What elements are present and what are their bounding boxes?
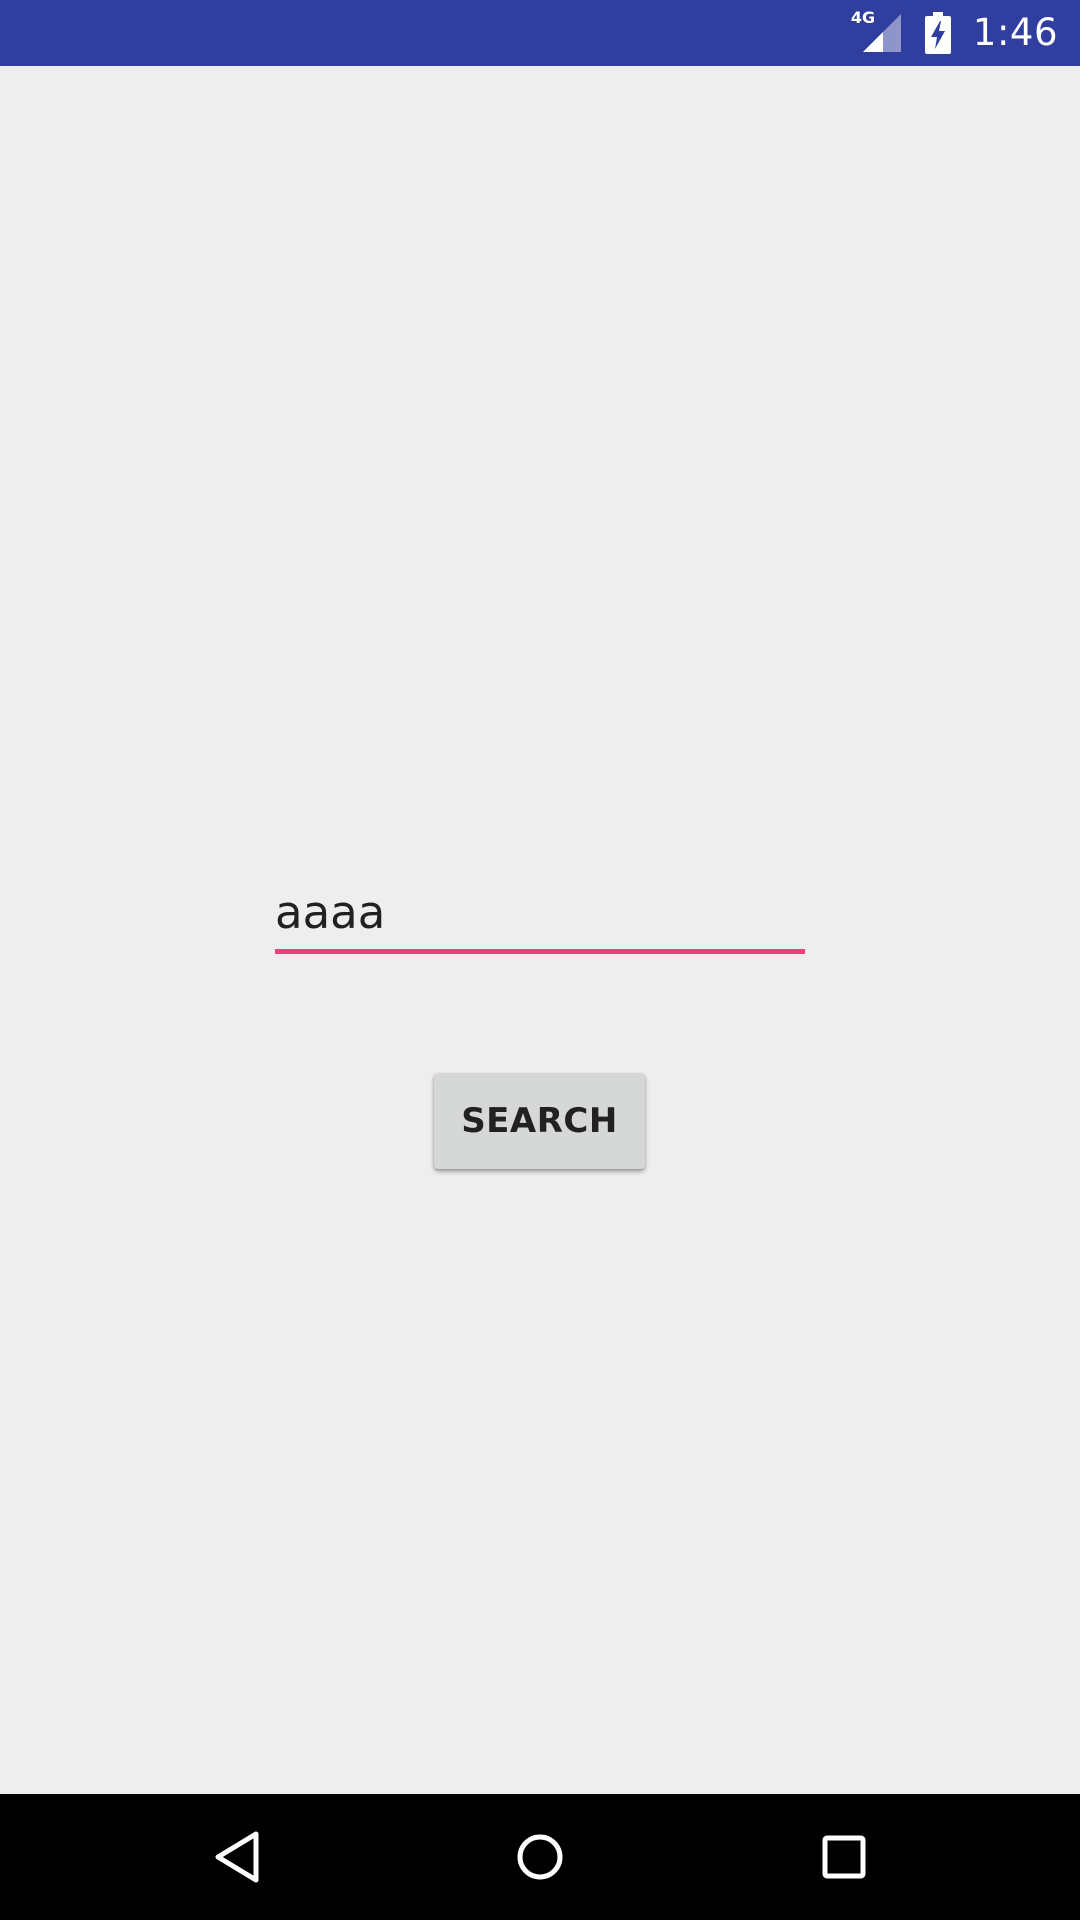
search-input-underline	[275, 949, 805, 954]
recents-icon	[822, 1835, 866, 1879]
recents-button[interactable]	[784, 1794, 904, 1920]
home-button[interactable]	[480, 1794, 600, 1920]
back-button[interactable]	[177, 1794, 297, 1920]
search-input[interactable]	[275, 872, 805, 952]
status-icons: 4G 1:46	[851, 0, 1058, 66]
navigation-bar	[0, 1794, 1080, 1920]
search-input-container	[275, 872, 805, 958]
home-icon	[517, 1834, 563, 1880]
search-screen: SEARCH	[0, 66, 1080, 1794]
back-icon	[215, 1831, 259, 1883]
battery-charging-icon	[924, 12, 951, 54]
status-clock: 1:46	[972, 11, 1058, 54]
network-type-label: 4G	[850, 8, 876, 27]
signal-icon: 4G	[851, 10, 903, 54]
status-bar: 4G 1:46	[0, 0, 1080, 66]
search-button[interactable]: SEARCH	[434, 1073, 645, 1169]
